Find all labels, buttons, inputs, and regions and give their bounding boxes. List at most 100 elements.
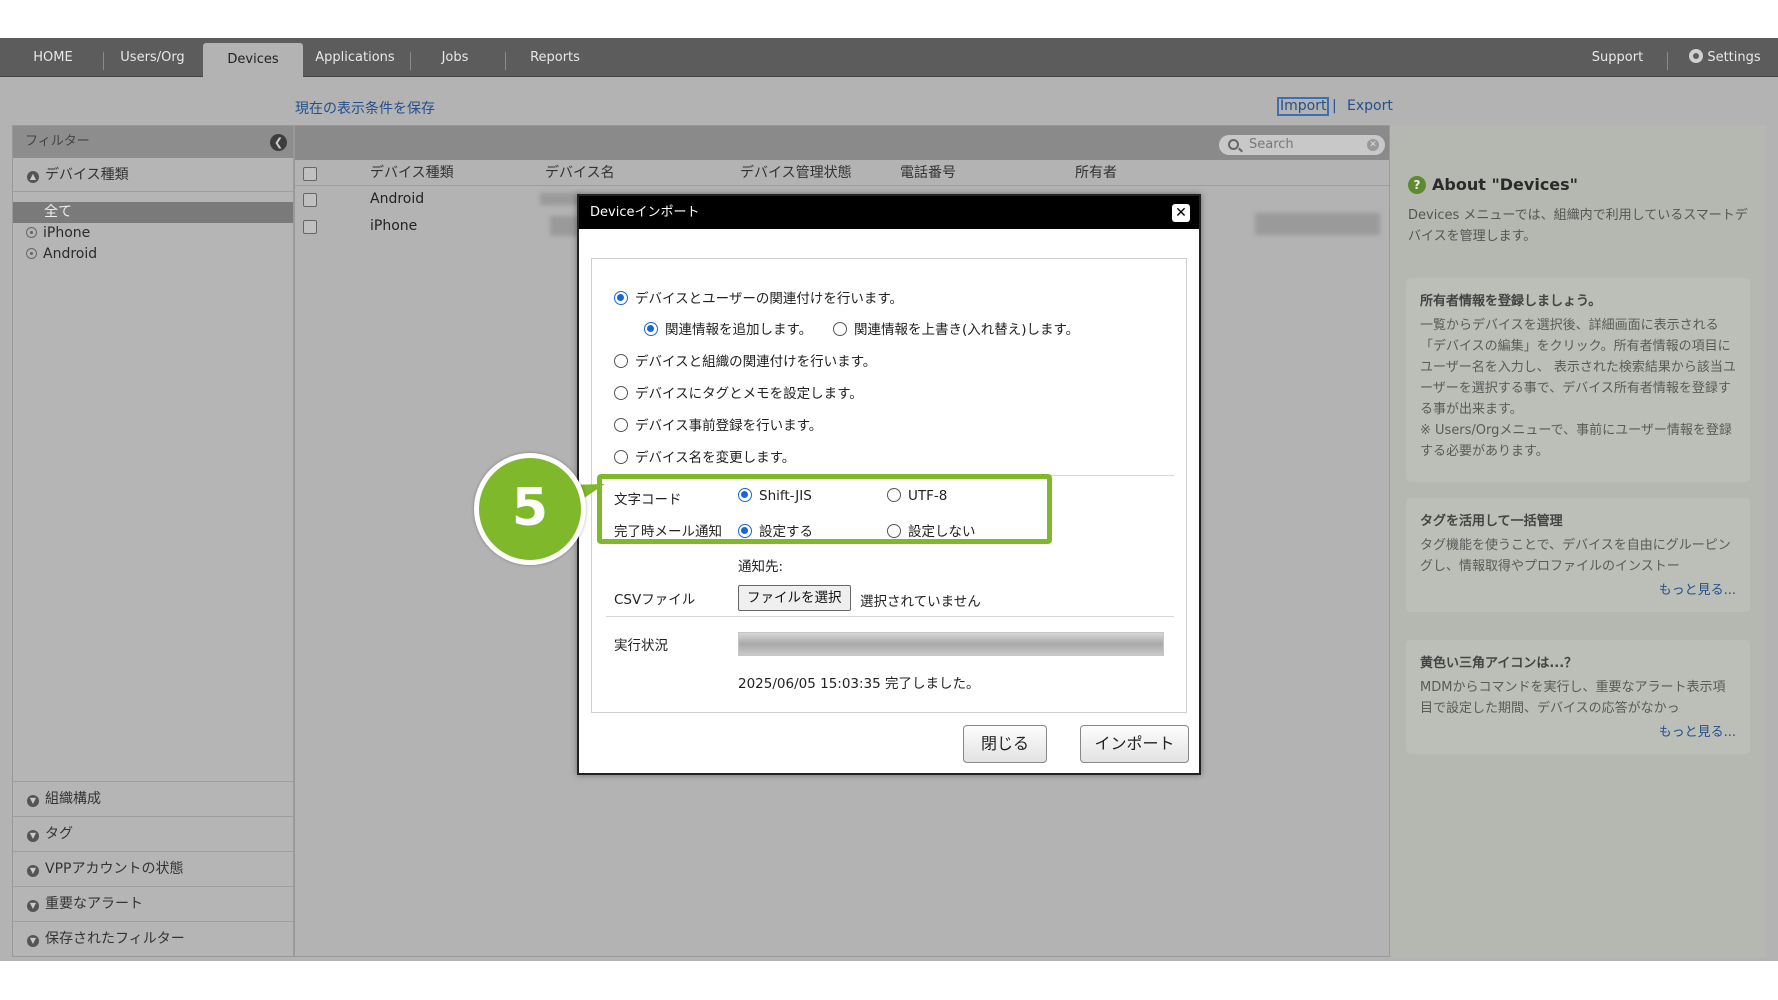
radio-unselected[interactable]	[614, 354, 628, 368]
column-header[interactable]: デバイス種類	[370, 160, 454, 186]
chevron-down-icon: ▼	[27, 865, 39, 877]
tab-reports[interactable]: Reports	[515, 38, 595, 77]
card-heading: 所有者情報を登録しましょう。	[1420, 294, 1602, 309]
option-label: 関連情報を追加します。	[665, 322, 813, 338]
more-link[interactable]: もっと見る...	[1420, 579, 1736, 598]
option-add-link[interactable]: 関連情報を追加します。	[644, 318, 812, 338]
filter-item-android[interactable]: Android	[13, 244, 293, 265]
redacted-device-name	[540, 193, 580, 205]
close-icon[interactable]: ✕	[1172, 204, 1190, 222]
option-org-link[interactable]: デバイスと組織の関連付けを行います。	[614, 350, 876, 370]
link-separator: |	[1332, 98, 1337, 114]
tab-home[interactable]: HOME	[18, 38, 88, 77]
row-checkbox[interactable]	[303, 220, 317, 234]
option-label: デバイス名を変更します。	[635, 450, 796, 466]
section-org[interactable]: ▼ 組織構成	[13, 781, 293, 816]
option-label: 関連情報を上書き(入れ替え)します。	[854, 322, 1080, 338]
tab-users-org[interactable]: Users/Org	[110, 38, 195, 77]
radio-unselected[interactable]	[833, 322, 847, 336]
filter-title: フィルター	[25, 134, 90, 149]
chevron-down-icon: ▼	[27, 795, 39, 807]
settings-link[interactable]: Settings	[1680, 38, 1770, 77]
step-number-badge: 5	[474, 453, 586, 565]
nav-separator	[103, 52, 104, 70]
help-card-alert: 黄色い三角アイコンは...？ MDMからコマンドを実行し、重要なアラート表示項目…	[1406, 640, 1750, 754]
section-device-type[interactable]: ▲ デバイス種類	[13, 158, 293, 192]
option-label: デバイスと組織の関連付けを行います。	[635, 354, 877, 370]
import-link[interactable]: Import	[1277, 97, 1330, 116]
nav-separator	[1667, 52, 1668, 70]
card-body: 一覧からデバイスを選択後、詳細画面に表示される「デバイスの編集」をクリック。所有…	[1420, 318, 1736, 417]
chevron-down-icon: ▼	[27, 900, 39, 912]
radio-dot-icon	[26, 227, 37, 238]
option-pre-register[interactable]: デバイス事前登録を行います。	[614, 414, 822, 434]
cell-device-type: Android	[370, 191, 425, 207]
section-tag[interactable]: ▼ タグ	[13, 816, 293, 851]
section-label: 重要なアラート	[45, 896, 143, 912]
option-label: デバイスにタグとメモを設定します。	[635, 386, 863, 402]
tab-applications[interactable]: Applications	[310, 38, 400, 77]
column-header[interactable]: デバイス管理状態	[740, 160, 852, 186]
export-link[interactable]: Export	[1347, 98, 1393, 114]
radio-unselected[interactable]	[614, 386, 628, 400]
csv-label: CSVファイル	[614, 592, 696, 608]
option-label: デバイス事前登録を行います。	[635, 418, 823, 434]
section-saved-filters[interactable]: ▼ 保存されたフィルター	[13, 921, 293, 956]
section-label: デバイス種類	[45, 167, 129, 183]
choose-file-button[interactable]: ファイルを選択	[738, 585, 851, 611]
filter-header: フィルター ❮	[13, 126, 293, 158]
column-header[interactable]: デバイス名	[545, 160, 615, 186]
card-heading: タグを活用して一括管理	[1420, 514, 1563, 529]
file-status: 選択されていません	[860, 594, 981, 610]
row-checkbox[interactable]	[303, 193, 317, 207]
option-overwrite-link[interactable]: 関連情報を上書き(入れ替え)します。	[833, 318, 1079, 338]
card-note: ※ Users/Orgメニューで、事前にユーザー情報を登録する必要があります。	[1420, 423, 1732, 459]
tab-jobs[interactable]: Jobs	[420, 38, 490, 77]
nav-separator	[410, 52, 411, 70]
radio-unselected[interactable]	[614, 418, 628, 432]
radio-unselected[interactable]	[614, 450, 628, 464]
settings-label: Settings	[1707, 50, 1761, 65]
notify-to-label: 通知先:	[738, 559, 784, 575]
card-heading: 黄色い三角アイコンは...？	[1420, 656, 1578, 671]
redacted-device-name	[550, 216, 580, 236]
select-all-checkbox[interactable]	[303, 167, 317, 181]
option-rename[interactable]: デバイス名を変更します。	[614, 446, 795, 466]
column-header[interactable]: 所有者	[1075, 160, 1117, 186]
section-alerts[interactable]: ▼ 重要なアラート	[13, 886, 293, 921]
help-card-tag: タグを活用して一括管理 タグ機能を使うことで、デバイスを自由にグルーピングし、情…	[1406, 498, 1750, 612]
section-label: 保存されたフィルター	[45, 931, 185, 947]
progress-bar	[738, 632, 1164, 656]
radio-selected[interactable]	[644, 322, 658, 336]
collapse-sidebar-icon[interactable]: ❮	[270, 134, 287, 151]
radio-dot-icon	[26, 248, 37, 259]
clear-icon[interactable]: ✕	[1367, 139, 1379, 151]
option-label: デバイスとユーザーの関連付けを行います。	[635, 291, 903, 307]
chevron-down-icon: ▼	[27, 830, 39, 842]
save-view-link[interactable]: 現在の表示条件を保存	[295, 98, 435, 118]
gear-icon	[1689, 49, 1704, 63]
section-label: VPPアカウントの状態	[45, 861, 184, 877]
radio-selected[interactable]	[614, 291, 628, 305]
table-header: デバイス種類 デバイス名 デバイス管理状態 電話番号 所有者	[295, 160, 1389, 186]
chevron-down-icon: ▼	[27, 935, 39, 947]
filter-item-iphone[interactable]: iPhone	[13, 223, 293, 244]
tab-devices[interactable]: Devices	[203, 43, 303, 78]
filter-item-all[interactable]: 全て	[13, 202, 293, 223]
help-title-text: About "Devices"	[1432, 175, 1579, 194]
help-title: ? About "Devices"	[1408, 175, 1578, 194]
status-label: 実行状況	[614, 638, 668, 654]
column-header[interactable]: 電話番号	[900, 160, 956, 186]
close-button[interactable]: 閉じる	[963, 725, 1047, 763]
section-label: タグ	[45, 826, 73, 842]
section-vpp[interactable]: ▼ VPPアカウントの状態	[13, 851, 293, 886]
import-button[interactable]: インポート	[1080, 725, 1189, 763]
more-link[interactable]: もっと見る...	[1420, 721, 1736, 740]
search-input[interactable]: Search ✕	[1219, 135, 1385, 155]
option-tag-memo[interactable]: デバイスにタグとメモを設定します。	[614, 382, 863, 402]
filter-item-label: iPhone	[43, 225, 91, 241]
callout-highlight-box	[597, 474, 1052, 544]
support-link[interactable]: Support	[1585, 38, 1650, 77]
help-icon: ?	[1408, 176, 1426, 194]
option-user-link[interactable]: デバイスとユーザーの関連付けを行います。	[614, 287, 903, 307]
